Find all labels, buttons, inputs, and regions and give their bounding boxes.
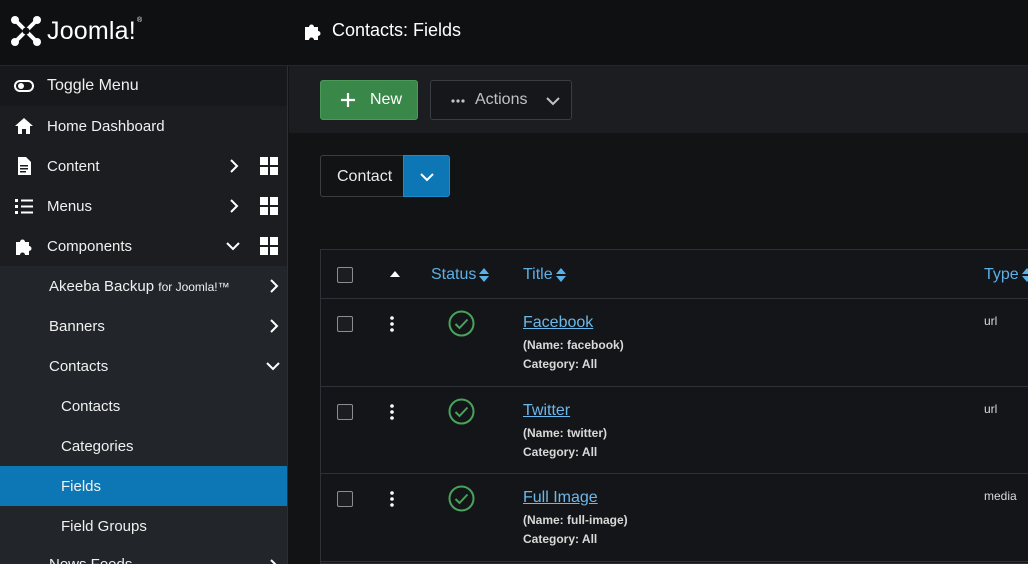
field-type: url xyxy=(984,402,998,416)
joomla-logo[interactable]: Joomla!® xyxy=(10,15,142,47)
sidebar-item-label: Components xyxy=(47,237,133,255)
field-title-link[interactable]: Full Image xyxy=(523,489,598,507)
brand-name: Joomla!® xyxy=(47,16,143,45)
chevron-right-icon xyxy=(270,319,279,333)
select-all-checkbox[interactable] xyxy=(337,267,353,283)
sidebar-item-label: Fields xyxy=(61,477,102,495)
published-check-icon[interactable] xyxy=(448,398,475,425)
table-header: Status Title Type xyxy=(321,250,1028,299)
puzzle-icon xyxy=(16,239,32,255)
field-type: url xyxy=(984,314,998,328)
chevron-right-icon xyxy=(230,159,239,173)
top-header: Joomla!® Contacts: Fields xyxy=(0,0,1028,66)
type-header-label: Type xyxy=(984,266,1019,283)
dashboard-grid-icon[interactable] xyxy=(260,157,278,175)
chevron-right-icon xyxy=(270,559,277,564)
drag-handle-icon[interactable] xyxy=(390,316,394,332)
sidebar-item-contacts[interactable]: Contacts xyxy=(0,346,287,386)
table-row: Full Image (Name: full-image) Category: … xyxy=(321,474,1028,562)
row-checkbox[interactable] xyxy=(337,316,353,332)
row-checkbox[interactable] xyxy=(337,404,353,420)
sort-icon xyxy=(1021,268,1028,282)
chevron-down-icon xyxy=(266,362,280,371)
ellipsis-icon xyxy=(451,99,465,103)
field-title-link[interactable]: Twitter xyxy=(523,402,570,420)
toggle-icon xyxy=(14,80,34,92)
page-title: Contacts: Fields xyxy=(332,20,462,40)
toggle-menu-label: Toggle Menu xyxy=(47,77,139,94)
sidebar-item-label: Content xyxy=(47,157,100,175)
context-select[interactable]: Contact xyxy=(320,155,450,197)
plus-icon xyxy=(341,93,355,107)
list-icon xyxy=(15,199,33,214)
sidebar-item-news-feeds[interactable]: News Feeds xyxy=(0,546,287,564)
sidebar-item-label: Field Groups xyxy=(61,517,147,535)
status-column-header[interactable]: Status xyxy=(431,266,490,284)
field-name: (Name: facebook) xyxy=(523,338,624,352)
title-column-header[interactable]: Title xyxy=(523,266,566,284)
table-row: Twitter (Name: twitter) Category: All ur… xyxy=(321,387,1028,474)
chevron-down-icon xyxy=(420,173,434,182)
chevron-right-icon xyxy=(230,199,239,213)
page-header: Contacts: Fields xyxy=(303,20,461,41)
dashboard-grid-icon[interactable] xyxy=(260,197,278,215)
chevron-down-icon xyxy=(546,97,560,106)
sidebar-item-label: Categories xyxy=(61,437,134,455)
title-header-label: Title xyxy=(523,266,553,283)
table-row: Facebook (Name: facebook) Category: All … xyxy=(321,299,1028,387)
actions-button-label: Actions xyxy=(475,91,528,108)
sort-icon xyxy=(555,268,566,282)
sidebar-item-akeeba-backup[interactable]: Akeeba Backup for Joomla!™ xyxy=(0,266,287,306)
sort-icon xyxy=(479,268,490,282)
sidebar-item-components[interactable]: Components xyxy=(0,226,287,266)
field-title-link[interactable]: Facebook xyxy=(523,314,593,332)
fields-table: Status Title Type Facebook (Name: facebo… xyxy=(320,249,1028,564)
sidebar-item-label: Contacts xyxy=(61,397,121,415)
dashboard-grid-icon[interactable] xyxy=(260,237,278,255)
sidebar-item-label: Akeeba Backup for Joomla!™ xyxy=(49,277,230,295)
sidebar-item-fields[interactable]: Fields xyxy=(0,466,287,506)
new-button-label: New xyxy=(370,91,403,108)
field-name: (Name: twitter) xyxy=(523,426,608,440)
field-category: Category: All xyxy=(523,357,598,371)
new-button[interactable]: New xyxy=(320,80,418,120)
sidebar-item-field-groups[interactable]: Field Groups xyxy=(0,506,287,546)
sidebar-item-menus[interactable]: Menus xyxy=(0,186,287,226)
field-name: (Name: full-image) xyxy=(523,513,628,527)
chevron-right-icon xyxy=(270,279,279,293)
sidebar-item-home-dashboard[interactable]: Home Dashboard xyxy=(0,106,287,146)
sidebar-item-label: Contacts xyxy=(49,357,109,375)
field-category: Category: All xyxy=(523,532,598,546)
field-type: media xyxy=(984,489,1017,503)
file-icon xyxy=(18,157,31,175)
toggle-menu-button[interactable]: Toggle Menu xyxy=(0,66,287,106)
sidebar-item-label: Menus xyxy=(47,197,93,215)
context-select-toggle[interactable] xyxy=(403,155,450,197)
sidebar: Toggle Menu Home Dashboard Content Menus… xyxy=(0,66,288,564)
sidebar-item-content[interactable]: Content xyxy=(0,146,287,186)
type-column-header[interactable]: Type xyxy=(984,266,1028,284)
sidebar-item-label: Home Dashboard xyxy=(47,117,165,135)
context-select-value[interactable]: Contact xyxy=(320,155,404,197)
field-category: Category: All xyxy=(523,445,598,459)
puzzle-icon xyxy=(305,24,321,40)
sidebar-item-categories[interactable]: Categories xyxy=(0,426,287,466)
chevron-down-icon xyxy=(226,242,240,251)
status-header-label: Status xyxy=(431,266,477,283)
sort-ordering-icon[interactable] xyxy=(389,270,401,278)
drag-handle-icon[interactable] xyxy=(390,404,394,420)
published-check-icon[interactable] xyxy=(448,310,475,337)
sidebar-item-contacts-list[interactable]: Contacts xyxy=(0,386,287,426)
joomla-logo-icon xyxy=(11,16,41,46)
sidebar-item-label: Banners xyxy=(49,317,105,335)
drag-handle-icon[interactable] xyxy=(390,491,394,507)
sidebar-item-label: News Feeds xyxy=(49,556,132,564)
actions-dropdown-button[interactable]: Actions xyxy=(430,80,572,120)
row-checkbox[interactable] xyxy=(337,491,353,507)
published-check-icon[interactable] xyxy=(448,485,475,512)
sidebar-item-banners[interactable]: Banners xyxy=(0,306,287,346)
home-icon xyxy=(15,118,33,134)
